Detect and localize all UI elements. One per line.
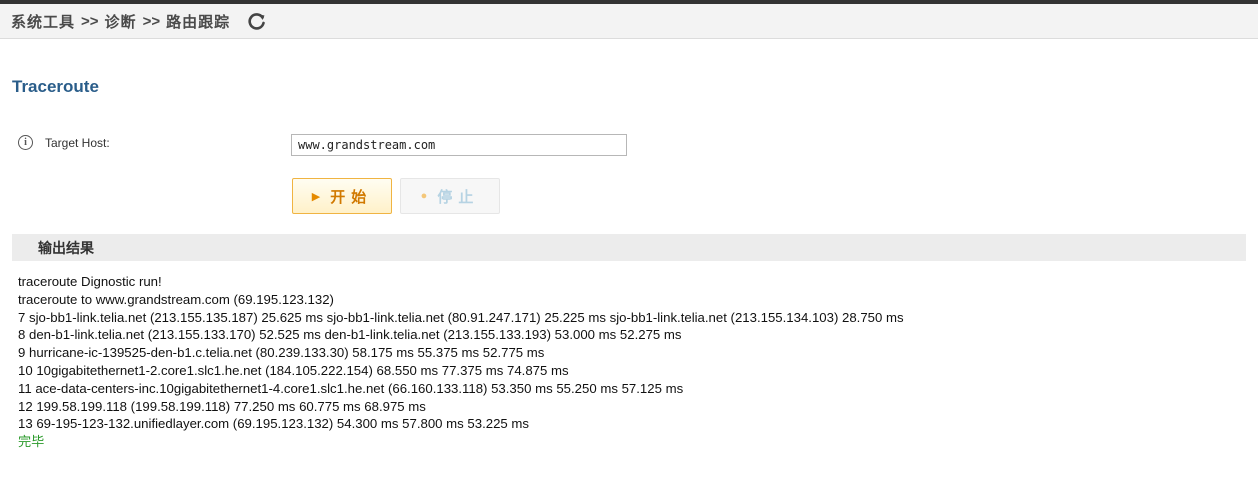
output-line: 9 hurricane-ic-139525-den-b1.c.telia.net… bbox=[18, 345, 545, 361]
refresh-icon[interactable] bbox=[246, 10, 268, 32]
target-host-input[interactable] bbox=[291, 134, 627, 156]
info-icon[interactable]: i bbox=[18, 135, 33, 150]
done-status: 完毕 bbox=[18, 434, 45, 450]
breadcrumb: 系统工具 >> 诊断 >> 路由跟踪 bbox=[0, 4, 1258, 39]
output-line: 12 199.58.199.118 (199.58.199.118) 77.25… bbox=[18, 398, 426, 414]
breadcrumb-separator: >> bbox=[142, 12, 161, 30]
start-button-label: 开始 bbox=[330, 188, 373, 206]
output-line: 11 ace-data-centers-inc.10gigabitetherne… bbox=[18, 380, 684, 396]
breadcrumb-item-diagnostics[interactable]: 诊断 bbox=[105, 11, 137, 32]
output-line: traceroute to www.grandstream.com (69.19… bbox=[18, 291, 334, 307]
breadcrumb-item-traceroute: 路由跟踪 bbox=[166, 13, 231, 31]
target-host-row: i Target Host: bbox=[18, 135, 110, 150]
output-line: traceroute Dignostic run! bbox=[18, 274, 162, 289]
stop-button[interactable]: ● 停止 bbox=[400, 178, 500, 214]
output-line: 7 sjo-bb1-link.telia.net (213.155.135.18… bbox=[18, 309, 904, 325]
output-log: traceroute Dignostic run! traceroute to … bbox=[18, 273, 904, 451]
output-line: 8 den-b1-link.telia.net (213.155.133.170… bbox=[18, 327, 682, 343]
stop-icon: ● bbox=[420, 190, 428, 202]
play-icon: ▶ bbox=[311, 190, 321, 203]
output-line: 10 10gigabitethernet1-2.core1.slc1.he.ne… bbox=[18, 362, 569, 378]
breadcrumb-item-system-tools[interactable]: 系统工具 bbox=[11, 11, 75, 32]
page-title: Traceroute bbox=[12, 77, 99, 96]
start-button[interactable]: ▶ 开始 bbox=[292, 178, 392, 214]
target-host-label: Target Host: bbox=[45, 135, 110, 150]
breadcrumb-separator: >> bbox=[81, 12, 99, 30]
output-line: 13 69-195-123-132.unifiedlayer.com (69.1… bbox=[18, 416, 529, 432]
stop-button-label: 停止 bbox=[437, 188, 480, 206]
output-section-header: 输出结果 bbox=[12, 234, 1246, 261]
